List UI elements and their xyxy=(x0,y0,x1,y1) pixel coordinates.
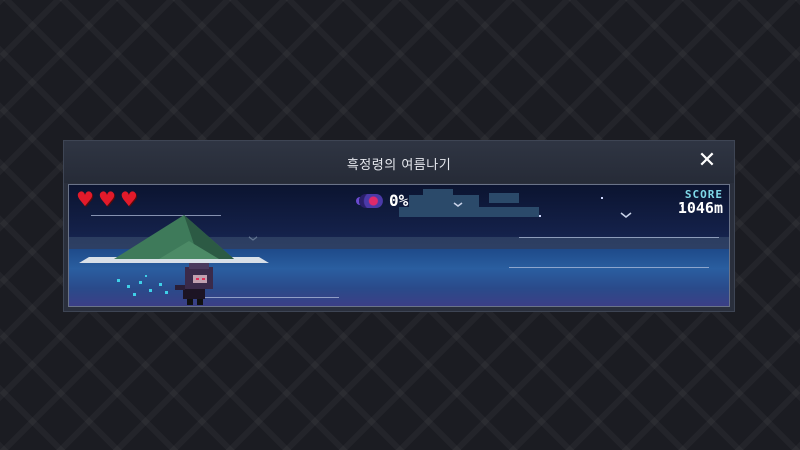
score-display: SCORE 1046m xyxy=(678,189,723,217)
heart-icon: ♥ xyxy=(76,187,94,211)
dialog-titlebar: 흑정령의 여름나기 ✕ xyxy=(64,141,734,183)
speed-line xyxy=(91,215,221,216)
speed-line xyxy=(519,237,719,238)
game-dialog: 흑정령의 여름나기 ✕ ♥ ♥ ♥ 0% SCORE 1046m xyxy=(63,140,735,312)
health-hearts: ♥ ♥ ♥ xyxy=(76,187,138,211)
close-icon[interactable]: ✕ xyxy=(694,148,720,174)
progress-percent: 0% xyxy=(389,191,409,210)
heart-icon: ♥ xyxy=(119,187,138,211)
progress-indicator: 0% xyxy=(359,191,408,210)
score-value: 1046m xyxy=(677,199,723,217)
star xyxy=(539,215,541,217)
sparkle-trail xyxy=(117,275,168,296)
game-canvas[interactable]: ♥ ♥ ♥ 0% SCORE 1046m xyxy=(68,184,730,307)
cloud xyxy=(399,189,539,217)
dialog-title: 흑정령의 여름나기 xyxy=(346,158,452,173)
bird xyxy=(620,212,632,218)
speed-line xyxy=(509,267,709,268)
speed-line xyxy=(189,297,339,298)
spirit-orb-icon xyxy=(359,193,383,208)
dark-spirit-character xyxy=(175,263,213,305)
heart-icon: ♥ xyxy=(97,187,116,211)
star xyxy=(601,197,603,199)
